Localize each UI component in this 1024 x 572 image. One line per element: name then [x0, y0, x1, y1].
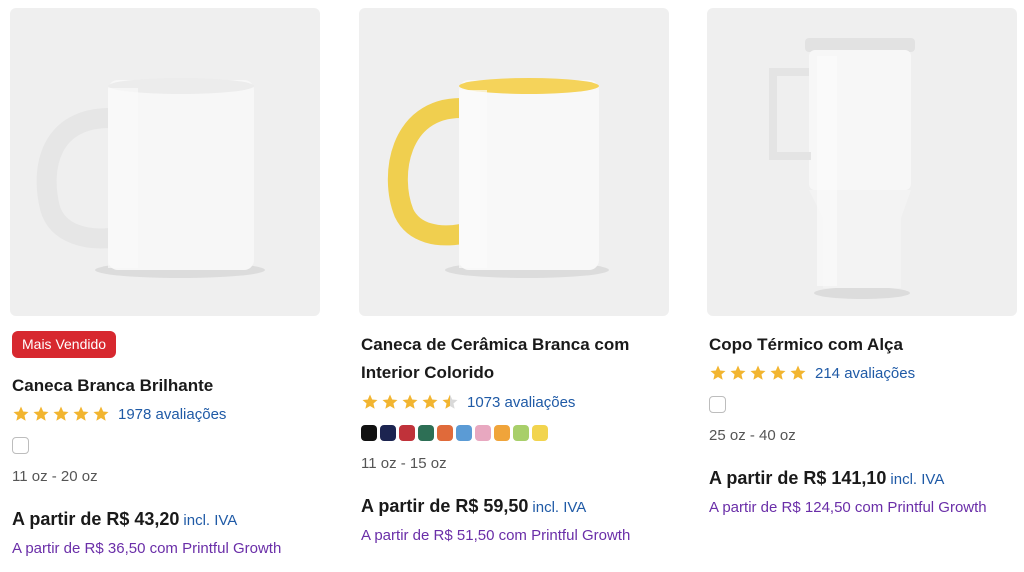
- star-icon: [382, 394, 398, 409]
- color-swatch[interactable]: [418, 425, 434, 441]
- star-icon: [93, 406, 109, 421]
- star-icon: [750, 365, 766, 380]
- star-rating: [709, 364, 807, 382]
- color-swatch[interactable]: [380, 425, 396, 441]
- star-rating: [12, 405, 110, 423]
- product-image-travel-tumbler[interactable]: [707, 8, 1017, 316]
- product-title-line: Interior Colorido: [361, 363, 495, 382]
- color-swatches: [361, 425, 548, 441]
- growth-price: A partir de R$ 51,50 com Printful Growth: [361, 527, 631, 544]
- product-rating: 1978 avaliações: [12, 403, 226, 425]
- price: A partir de R$ 59,50 incl. IVA: [361, 496, 586, 517]
- best-seller-badge: Mais Vendido: [12, 331, 117, 358]
- star-icon: [442, 394, 458, 409]
- size-range: 11 oz - 20 oz: [12, 468, 98, 485]
- vat-note: incl. IVA: [183, 512, 238, 529]
- vat-note: incl. IVA: [532, 499, 587, 516]
- reviews-link[interactable]: 1073 avaliações: [467, 394, 575, 411]
- color-swatch[interactable]: [494, 425, 510, 441]
- product-image-white-mug[interactable]: [10, 8, 320, 316]
- product-title[interactable]: Caneca de Cerâmica Branca com Interior C…: [361, 331, 661, 387]
- star-icon: [402, 394, 418, 409]
- product-title-line: Caneca de Cerâmica Branca com: [361, 335, 630, 354]
- product-rating: 1073 avaliações: [361, 391, 575, 413]
- star-icon: [53, 406, 69, 421]
- product-image-colored-interior-mug[interactable]: [359, 8, 669, 316]
- color-swatch[interactable]: [437, 425, 453, 441]
- color-swatch[interactable]: [399, 425, 415, 441]
- growth-price: A partir de R$ 124,50 com Printful Growt…: [709, 499, 987, 516]
- price-value: A partir de R$ 141,10: [709, 468, 887, 488]
- product-title[interactable]: Copo Térmico com Alça: [709, 331, 1009, 359]
- reviews-link[interactable]: 1978 avaliações: [118, 406, 226, 423]
- star-icon: [710, 365, 726, 380]
- price-value: A partir de R$ 43,20: [12, 509, 180, 529]
- color-swatch[interactable]: [361, 425, 377, 441]
- color-swatch[interactable]: [532, 425, 548, 441]
- price: A partir de R$ 141,10 incl. IVA: [709, 468, 944, 489]
- colored-interior-mug-illustration: [387, 78, 609, 278]
- star-rating: [361, 393, 459, 411]
- star-icon: [770, 365, 786, 380]
- color-swatch-white[interactable]: [12, 437, 29, 454]
- product-title-line: Copo Térmico com Alça: [709, 335, 903, 354]
- color-swatch-white[interactable]: [709, 396, 726, 413]
- price: A partir de R$ 43,20 incl. IVA: [12, 509, 237, 530]
- star-icon: [362, 394, 378, 409]
- color-swatch[interactable]: [475, 425, 491, 441]
- star-icon: [33, 406, 49, 421]
- star-icon: [13, 406, 29, 421]
- star-icon: [790, 365, 806, 380]
- color-swatch[interactable]: [513, 425, 529, 441]
- size-range: 11 oz - 15 oz: [361, 455, 447, 472]
- price-value: A partir de R$ 59,50: [361, 496, 529, 516]
- star-icon: [730, 365, 746, 380]
- size-range: 25 oz - 40 oz: [709, 427, 796, 444]
- star-icon: [73, 406, 89, 421]
- reviews-link[interactable]: 214 avaliações: [815, 365, 915, 382]
- vat-note: incl. IVA: [890, 471, 945, 488]
- color-swatch[interactable]: [456, 425, 472, 441]
- growth-price: A partir de R$ 36,50 com Printful Growth: [12, 540, 282, 557]
- product-title[interactable]: Caneca Branca Brilhante: [12, 372, 312, 400]
- white-mug-illustration: [36, 78, 265, 278]
- star-icon: [422, 394, 438, 409]
- product-rating: 214 avaliações: [709, 362, 915, 384]
- product-title-line: Caneca Branca Brilhante: [12, 376, 214, 395]
- travel-tumbler-illustration: [769, 38, 915, 299]
